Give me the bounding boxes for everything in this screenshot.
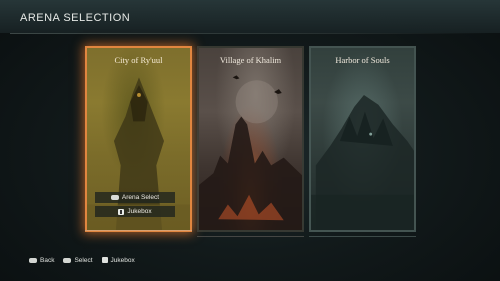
select-label: Select	[74, 256, 93, 264]
back-prompt[interactable]: Back	[29, 257, 54, 264]
jukebox-label: Jukebox	[110, 256, 135, 264]
button-prompts: Back Select Jukebox	[29, 255, 135, 265]
arena-name: Village of Khalim	[219, 55, 282, 65]
square-button-icon	[101, 257, 108, 263]
arena-name: City of Ry'uul	[114, 55, 163, 65]
cross-button-icon	[63, 257, 72, 263]
arena-card-village-of-khalim[interactable]: Village of Khalim	[197, 46, 304, 232]
card-underline	[85, 230, 192, 231]
header-divider	[10, 33, 490, 34]
arena-artwork	[311, 48, 414, 230]
arena-select-label: Arena Select	[121, 194, 160, 201]
back-label: Back	[40, 256, 55, 264]
arena-card-harbor-of-souls[interactable]: Harbor of Souls	[309, 46, 416, 232]
touchpad-button-icon	[110, 195, 119, 200]
arena-illustration	[199, 75, 302, 230]
circle-button-icon	[29, 257, 37, 263]
arena-illustration	[311, 94, 414, 230]
arena-name: Harbor of Souls	[335, 55, 390, 65]
arena-artwork	[199, 48, 302, 230]
select-prompt[interactable]: Select	[63, 256, 93, 264]
header-bar: ARENA SELECTION	[0, 0, 500, 33]
card-underline	[197, 236, 304, 237]
jukebox-option[interactable]: Jukebox	[95, 206, 175, 217]
arena-card-city-of-ryuul[interactable]: City of Ry'uul	[85, 46, 192, 232]
page-title: ARENA SELECTION	[20, 12, 131, 24]
card-underline	[309, 236, 416, 237]
arena-select-option[interactable]: Arena Select	[95, 192, 175, 203]
jukebox-prompt[interactable]: Jukebox	[101, 256, 135, 264]
square-button-icon	[118, 208, 125, 215]
jukebox-label: Jukebox	[127, 208, 152, 215]
